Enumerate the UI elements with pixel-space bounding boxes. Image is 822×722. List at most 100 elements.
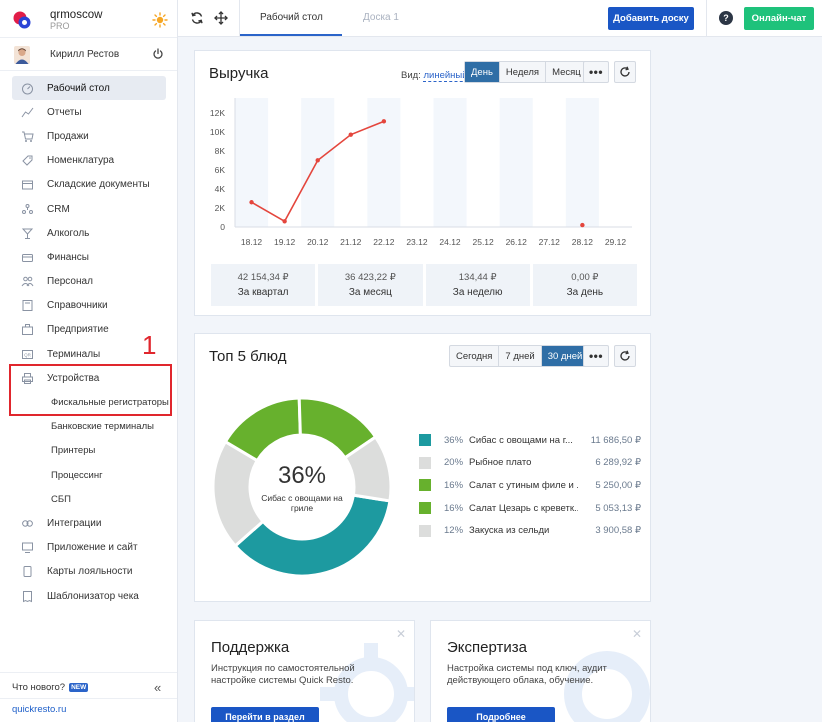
- top-dishes-period-option[interactable]: 7 дней: [499, 346, 542, 366]
- logout-power-icon[interactable]: [152, 48, 164, 60]
- sidebar-divider: [0, 70, 177, 71]
- x-tick-label: 25.12: [472, 237, 494, 247]
- expertise-more-button[interactable]: Подробнее: [447, 707, 555, 722]
- sidebar-item[interactable]: CRM: [12, 197, 166, 221]
- legend-swatch: [419, 502, 431, 515]
- sidebar-subitem[interactable]: Банковские терминалы: [12, 415, 166, 439]
- sidebar-item[interactable]: Шаблонизатор чека: [12, 584, 166, 608]
- top-dishes-widget: Топ 5 блюд Сегодня 7 дней 30 дней ••• 36% …: [194, 333, 651, 602]
- data-point[interactable]: [580, 222, 585, 228]
- tab-board-1[interactable]: Доска 1: [363, 12, 399, 23]
- refresh-icon: [620, 350, 630, 361]
- sidebar-item-label: Интеграции: [47, 517, 102, 529]
- stat-label: За месяц: [348, 287, 392, 298]
- terminal-icon: QR: [20, 347, 34, 361]
- sidebar-subitem[interactable]: СБП: [12, 487, 166, 511]
- sidebar-item[interactable]: Продажи: [12, 124, 166, 148]
- sidebar-item-label: Предприятие: [47, 324, 109, 336]
- legend-row[interactable]: 20% Рыбное плато 6 289,92 ₽: [419, 452, 641, 475]
- sidebar-item-label: Персонал: [47, 276, 93, 288]
- stat-day: 0,00 ₽ За день: [532, 264, 637, 306]
- sun-icon[interactable]: [152, 12, 168, 28]
- sidebar-item[interactable]: Номенклатура: [12, 149, 166, 173]
- x-tick-label: 20.12: [307, 237, 329, 247]
- app-icon: [20, 541, 34, 555]
- sidebar-item[interactable]: Персонал: [12, 270, 166, 294]
- legend-dish-name: Салат с утиным филе и ...: [469, 479, 578, 491]
- x-tick-label: 19.12: [274, 237, 296, 247]
- refresh-icon[interactable]: [190, 11, 204, 25]
- new-badge: NEW: [69, 683, 89, 692]
- x-tick-label: 24.12: [439, 237, 461, 247]
- tab-dashboard[interactable]: Рабочий стол: [260, 12, 323, 23]
- sidebar-item[interactable]: Рабочий стол: [12, 76, 166, 101]
- close-icon[interactable]: ✕: [396, 627, 406, 641]
- top-dishes-period-option[interactable]: Сегодня: [450, 346, 500, 366]
- support-go-button[interactable]: Перейти в раздел: [211, 707, 319, 722]
- staff-icon: [20, 275, 34, 289]
- legend-row[interactable]: 16% Салат Цезарь с креветк... 5 053,13 ₽: [419, 497, 641, 520]
- brand[interactable]: qrmoscow PRO: [12, 8, 172, 32]
- data-point[interactable]: [282, 219, 287, 224]
- stat-month: 36 423,22 ₽ За месяц: [318, 264, 423, 306]
- sidebar-subitem[interactable]: Процессинг: [12, 463, 166, 487]
- user-name: Кирилл Рестов: [50, 49, 120, 60]
- stat-value: 36 423,22 ₽: [344, 272, 396, 283]
- legend-row[interactable]: 36% Сибас с овощами на г... 11 686,50 ₽: [419, 429, 641, 452]
- add-board-button[interactable]: Добавить доску: [608, 7, 694, 30]
- help-icon[interactable]: ?: [719, 11, 733, 25]
- legend-dish-name: Закуска из сельди: [469, 525, 550, 537]
- sidebar-item[interactable]: Приложение и сайт: [12, 536, 166, 560]
- chart-band: [499, 98, 533, 227]
- close-icon[interactable]: ✕: [632, 627, 642, 641]
- nomenclature-icon: [20, 154, 34, 168]
- y-tick-label: 2K: [215, 203, 226, 213]
- data-point[interactable]: [381, 119, 387, 124]
- sidebar-item-label: Рабочий стол: [47, 82, 110, 94]
- sidebar-item[interactable]: Складские документы: [12, 173, 166, 197]
- sidebar-item[interactable]: Интеграции: [12, 511, 166, 535]
- sidebar-subitem[interactable]: Принтеры: [12, 439, 166, 463]
- legend-value: 11 686,50 ₽: [590, 434, 641, 446]
- whats-new-link[interactable]: Что нового? NEW: [12, 682, 89, 693]
- quickresto-logo-icon: [13, 11, 31, 29]
- legend-percent: 16%: [444, 502, 464, 514]
- top-dishes-refresh-button[interactable]: [614, 345, 636, 367]
- top-dishes-period-option[interactable]: 30 дней: [541, 346, 589, 366]
- sidebar-item[interactable]: Алкоголь: [12, 221, 166, 245]
- sidebar-item-label: CRM: [47, 203, 70, 215]
- expertise-card: ✕ Экспертиза Настройка системы под ключ,…: [430, 620, 651, 722]
- topbar-separator: [706, 0, 707, 37]
- chart-band: [235, 98, 269, 227]
- x-tick-label: 22.12: [373, 237, 395, 247]
- stat-value: 0,00 ₽: [571, 272, 599, 283]
- sidebar-item[interactable]: Карты лояльности: [12, 560, 166, 584]
- user-profile[interactable]: Кирилл Рестов: [14, 44, 168, 68]
- data-point[interactable]: [249, 200, 254, 205]
- directory-icon: [20, 299, 34, 313]
- y-tick-label: 10K: [210, 127, 225, 137]
- move-arrows-icon[interactable]: [214, 11, 228, 25]
- chart-band: [433, 98, 467, 227]
- legend-row[interactable]: 12% Закуска из сельди 3 900,58 ₽: [419, 519, 641, 542]
- support-text: Инструкция по самостоятельной настройке …: [211, 663, 355, 686]
- svg-text:QR: QR: [24, 352, 32, 357]
- more-options-button[interactable]: •••: [583, 345, 609, 367]
- data-point[interactable]: [348, 132, 353, 137]
- sidebar-item[interactable]: Финансы: [12, 245, 166, 269]
- sidebar-item[interactable]: Справочники: [12, 294, 166, 318]
- active-tab-indicator: [240, 34, 342, 36]
- online-chat-button[interactable]: Онлайн-чат: [744, 7, 814, 30]
- legend-row[interactable]: 16% Салат с утиным филе и ... 5 250,00 ₽: [419, 474, 641, 497]
- stat-label: За неделю: [452, 287, 503, 298]
- collapse-sidebar-icon[interactable]: «: [154, 680, 161, 695]
- legend-dish-name: Салат Цезарь с креветк...: [469, 502, 578, 514]
- site-link[interactable]: quickresto.ru: [12, 704, 66, 715]
- finance-icon: [20, 250, 34, 264]
- chart-band: [367, 98, 401, 227]
- donut-center-label: Сибас с овощами на гриле: [261, 493, 343, 513]
- annotation-number: 1: [142, 330, 157, 360]
- sidebar-divider: [0, 672, 177, 673]
- sidebar-item[interactable]: Отчеты: [12, 100, 166, 124]
- data-point[interactable]: [315, 158, 320, 163]
